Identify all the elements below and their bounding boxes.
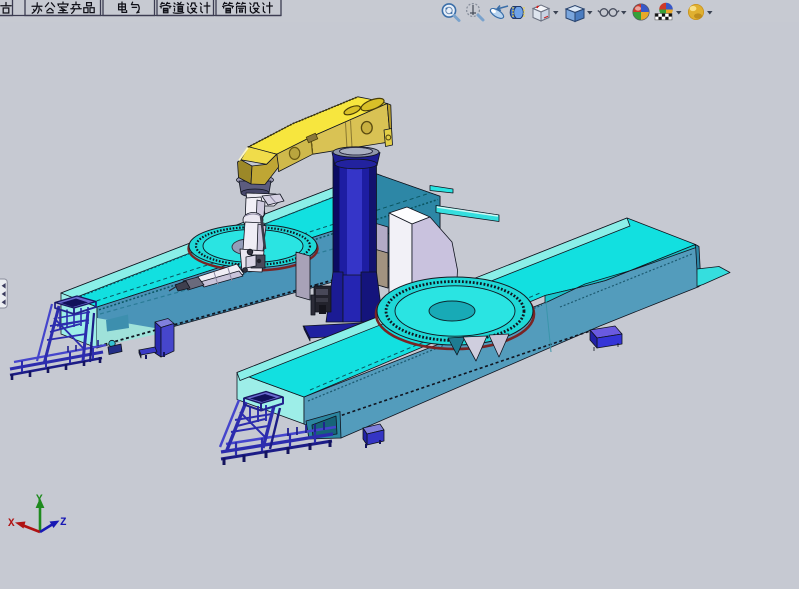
svg-text:X: X <box>8 518 15 530</box>
svg-text:Y: Y <box>36 494 43 506</box>
svg-text:Z: Z <box>60 517 67 529</box>
